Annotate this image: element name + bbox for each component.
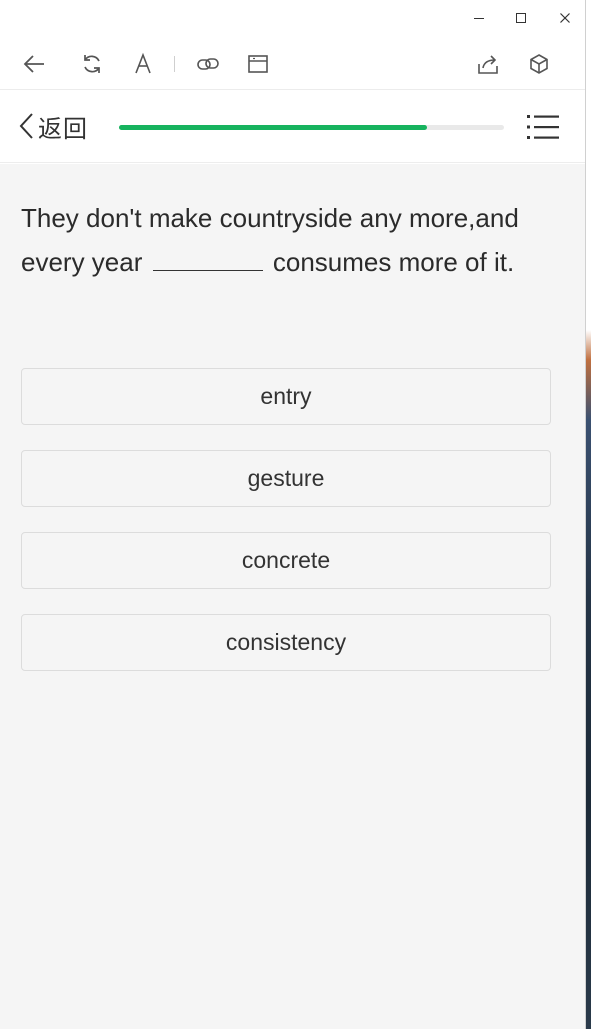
extension-button[interactable] (526, 51, 552, 77)
cube-icon (530, 54, 548, 74)
question-text: They don't make countryside any more,and… (21, 196, 561, 284)
option-label: gesture (247, 465, 325, 491)
maximize-button[interactable] (510, 7, 532, 29)
toolbar-divider (174, 56, 175, 72)
link-button[interactable] (195, 51, 221, 77)
app-window: 返回 They don't make countryside any more,… (0, 0, 586, 1029)
font-button[interactable] (130, 51, 156, 77)
refresh-icon (84, 55, 100, 73)
back-arrow-icon (23, 55, 44, 73)
close-icon (560, 13, 570, 23)
window-icon (248, 55, 268, 73)
answer-blank (152, 241, 263, 271)
option-label: concrete (241, 547, 331, 573)
option-button[interactable]: entry (21, 368, 551, 425)
question-text-after: consumes more of it. (272, 247, 515, 277)
option-label: consistency (225, 629, 347, 655)
quiz-header: 返回 (0, 90, 585, 163)
back-button[interactable]: 返回 (18, 110, 88, 143)
share-icon (478, 55, 498, 74)
menu-button[interactable] (525, 112, 561, 142)
chevron-left-icon (19, 113, 33, 139)
option-label: entry (260, 383, 312, 409)
answer-options: entry gesture concrete consistency (21, 368, 551, 696)
progress-bar-fill (119, 125, 427, 130)
progress-bar (119, 125, 504, 130)
browser-toolbar (0, 36, 585, 90)
option-button[interactable]: consistency (21, 614, 551, 671)
quiz-content: They don't make countryside any more,and… (0, 164, 585, 1029)
refresh-button[interactable] (79, 51, 105, 77)
list-menu-icon (527, 115, 559, 139)
close-button[interactable] (554, 7, 576, 29)
share-button[interactable] (475, 51, 501, 77)
nav-back-button[interactable] (21, 51, 47, 77)
minimize-button[interactable] (468, 7, 490, 29)
desktop-wallpaper-strip (586, 0, 591, 1029)
back-button-label: 返回 (38, 115, 88, 143)
option-button[interactable]: concrete (21, 532, 551, 589)
font-icon (135, 52, 151, 74)
option-button[interactable]: gesture (21, 450, 551, 507)
minimize-icon (474, 18, 484, 19)
title-bar (0, 0, 585, 36)
window-button[interactable] (245, 51, 271, 77)
maximize-icon (516, 13, 526, 23)
link-icon (197, 58, 219, 70)
